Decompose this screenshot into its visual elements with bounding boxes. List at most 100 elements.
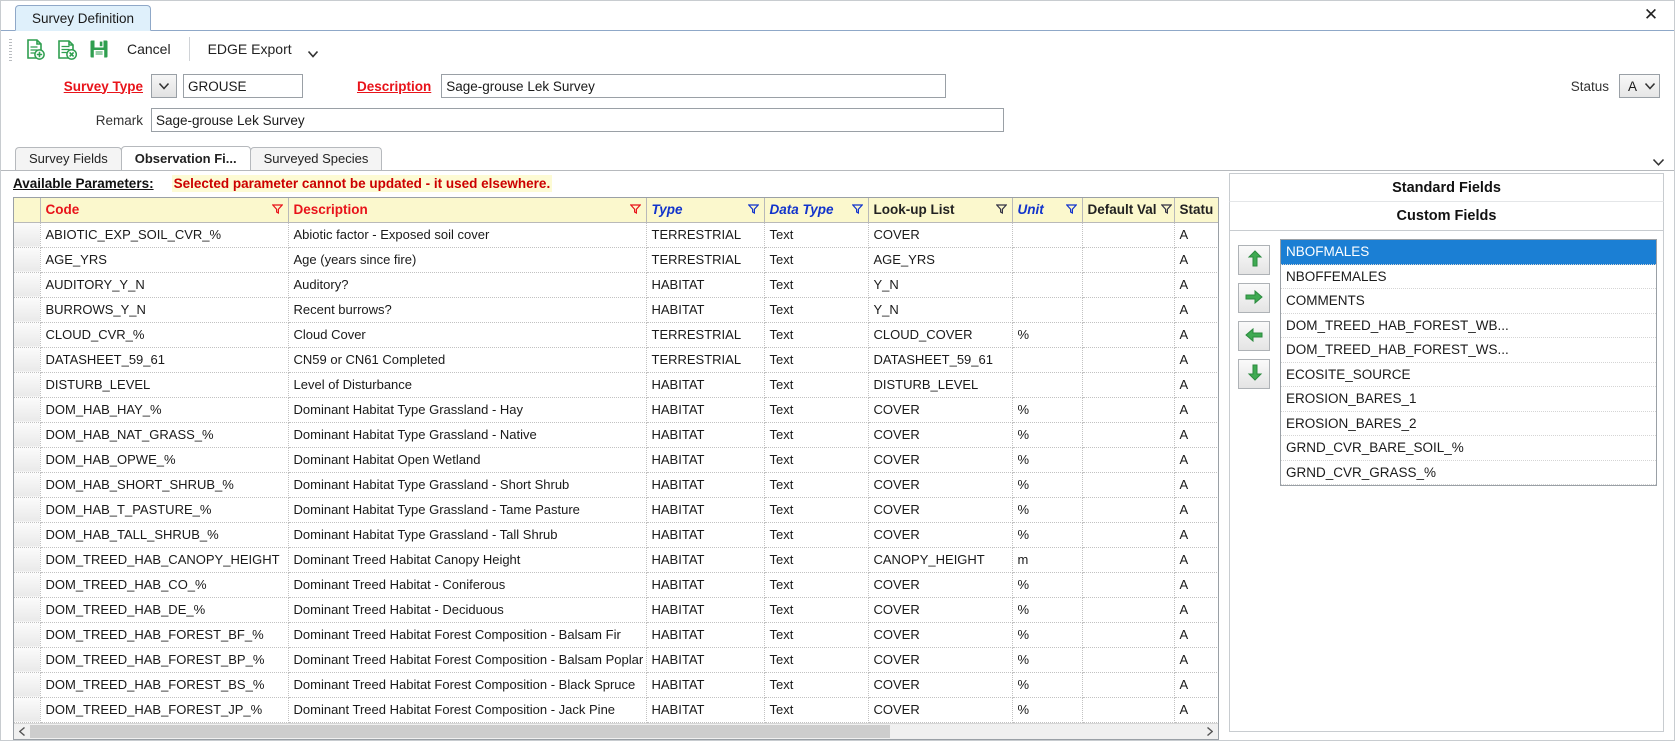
- cell-lookup[interactable]: CLOUD_COVER: [868, 322, 1013, 348]
- list-item[interactable]: NBOFFEMALES: [1281, 265, 1656, 289]
- cell-defval[interactable]: [1082, 222, 1175, 248]
- cell-code[interactable]: DISTURB_LEVEL: [40, 372, 289, 398]
- cell-lookup[interactable]: COVER: [868, 397, 1013, 423]
- row-selector-cell[interactable]: [14, 347, 41, 373]
- cell-dtype[interactable]: Text: [764, 347, 869, 373]
- cell-lookup[interactable]: COVER: [868, 222, 1013, 248]
- table-row[interactable]: AGE_YRS Age (years since fire) TERRESTRIAL…: [14, 247, 1218, 273]
- filter-icon[interactable]: [1159, 202, 1173, 217]
- cell-desc[interactable]: Dominant Habitat Type Grassland - Tame P…: [288, 497, 647, 523]
- cell-unit[interactable]: %: [1012, 397, 1083, 423]
- custom-fields-listbox[interactable]: NBOFMALES NBOFFEMALES COMMENTS DOM_TREED_HA…: [1280, 239, 1657, 486]
- cell-defval[interactable]: [1082, 347, 1175, 373]
- cell-type[interactable]: HABITAT: [646, 572, 765, 598]
- save-icon[interactable]: [83, 34, 115, 64]
- table-row[interactable]: DATASHEET_59_61 CN59 or CN61 Completed TER…: [14, 347, 1218, 373]
- cell-dtype[interactable]: Text: [764, 472, 869, 498]
- cell-status[interactable]: A: [1174, 647, 1218, 673]
- cell-unit[interactable]: [1012, 372, 1083, 398]
- cell-type[interactable]: HABITAT: [646, 672, 765, 698]
- cell-lookup[interactable]: COVER: [868, 647, 1013, 673]
- cell-dtype[interactable]: Text: [764, 597, 869, 623]
- close-icon[interactable]: ✕: [1640, 5, 1662, 27]
- cell-code[interactable]: CLOUD_CVR_%: [40, 322, 289, 348]
- move-down-button[interactable]: [1238, 359, 1270, 389]
- cell-dtype[interactable]: Text: [764, 322, 869, 348]
- cell-dtype[interactable]: Text: [764, 397, 869, 423]
- survey-type-input[interactable]: [183, 74, 303, 98]
- cell-lookup[interactable]: COVER: [868, 597, 1013, 623]
- cell-status[interactable]: A: [1174, 622, 1218, 648]
- cell-type[interactable]: HABITAT: [646, 622, 765, 648]
- row-selector-cell[interactable]: [14, 572, 41, 598]
- list-item[interactable]: COMMENTS: [1281, 289, 1656, 314]
- cell-status[interactable]: A: [1174, 472, 1218, 498]
- row-selector-cell[interactable]: [14, 697, 41, 723]
- cell-defval[interactable]: [1082, 647, 1175, 673]
- cell-desc[interactable]: Dominant Treed Habitat - Deciduous: [288, 597, 647, 623]
- cell-code[interactable]: DOM_HAB_NAT_GRASS_%: [40, 422, 289, 448]
- filter-icon[interactable]: [1064, 202, 1078, 217]
- cell-desc[interactable]: Dominant Treed Habitat Forest Compositio…: [288, 672, 647, 698]
- cell-type[interactable]: HABITAT: [646, 597, 765, 623]
- tab-surveyed-species[interactable]: Surveyed Species: [249, 147, 383, 170]
- cell-type[interactable]: TERRESTRIAL: [646, 347, 765, 373]
- cell-defval[interactable]: [1082, 422, 1175, 448]
- survey-type-dropdown-button[interactable]: [151, 74, 177, 98]
- cell-unit[interactable]: [1012, 222, 1083, 248]
- cell-lookup[interactable]: COVER: [868, 572, 1013, 598]
- window-tab-survey-definition[interactable]: Survey Definition: [15, 5, 152, 31]
- edge-export-button[interactable]: EDGE Export: [196, 34, 304, 64]
- row-selector-cell[interactable]: [14, 522, 41, 548]
- cell-unit[interactable]: [1012, 347, 1083, 373]
- grid-header-dtype[interactable]: Data Type: [764, 198, 869, 223]
- cell-dtype[interactable]: Text: [764, 547, 869, 573]
- filter-icon[interactable]: [746, 202, 760, 217]
- cell-lookup[interactable]: COVER: [868, 522, 1013, 548]
- grid-hscroll-track[interactable]: [30, 724, 1202, 739]
- table-row[interactable]: DOM_TREED_HAB_CANOPY_HEIGHT Dominant Tree…: [14, 547, 1218, 573]
- table-row[interactable]: DOM_TREED_HAB_FOREST_BS_% Dominant Treed …: [14, 672, 1218, 698]
- cell-code[interactable]: AGE_YRS: [40, 247, 289, 273]
- cell-status[interactable]: A: [1174, 697, 1218, 723]
- table-row[interactable]: DOM_TREED_HAB_DE_% Dominant Treed Habitat…: [14, 597, 1218, 623]
- cell-code[interactable]: DATASHEET_59_61: [40, 347, 289, 373]
- cell-unit[interactable]: %: [1012, 422, 1083, 448]
- new-record-icon[interactable]: [19, 34, 51, 64]
- cell-lookup[interactable]: Y_N: [868, 272, 1013, 298]
- row-selector-cell[interactable]: [14, 272, 41, 298]
- cell-dtype[interactable]: Text: [764, 522, 869, 548]
- cell-defval[interactable]: [1082, 497, 1175, 523]
- cell-lookup[interactable]: AGE_YRS: [868, 247, 1013, 273]
- grid-header-lookup[interactable]: Look-up List: [868, 198, 1013, 223]
- cell-status[interactable]: A: [1174, 597, 1218, 623]
- delete-record-icon[interactable]: [51, 34, 83, 64]
- cell-desc[interactable]: Dominant Habitat Open Wetland: [288, 447, 647, 473]
- list-item[interactable]: GRND_CVR_BARE_SOIL_%: [1281, 436, 1656, 461]
- list-item[interactable]: NBOFMALES: [1281, 240, 1656, 265]
- cell-unit[interactable]: %: [1012, 497, 1083, 523]
- cell-code[interactable]: DOM_HAB_SHORT_SHRUB_%: [40, 472, 289, 498]
- cell-type[interactable]: HABITAT: [646, 397, 765, 423]
- filter-icon[interactable]: [1216, 202, 1218, 217]
- cell-type[interactable]: HABITAT: [646, 472, 765, 498]
- cell-lookup[interactable]: COVER: [868, 422, 1013, 448]
- row-selector-cell[interactable]: [14, 472, 41, 498]
- cell-status[interactable]: A: [1174, 272, 1218, 298]
- cell-type[interactable]: HABITAT: [646, 547, 765, 573]
- list-item[interactable]: DOM_TREED_HAB_FOREST_WB...: [1281, 314, 1656, 338]
- table-row[interactable]: DOM_HAB_T_PASTURE_% Dominant Habitat Type…: [14, 497, 1218, 523]
- cell-status[interactable]: A: [1174, 422, 1218, 448]
- cell-defval[interactable]: [1082, 297, 1175, 323]
- grid-header-defval[interactable]: Default Val: [1082, 198, 1175, 223]
- cell-status[interactable]: A: [1174, 547, 1218, 573]
- cell-code[interactable]: DOM_HAB_OPWE_%: [40, 447, 289, 473]
- cell-defval[interactable]: [1082, 622, 1175, 648]
- cell-desc[interactable]: Abiotic factor - Exposed soil cover: [288, 222, 647, 248]
- grid-header-desc[interactable]: Description: [288, 198, 647, 223]
- cell-type[interactable]: HABITAT: [646, 447, 765, 473]
- filter-icon[interactable]: [850, 202, 864, 217]
- cell-type[interactable]: HABITAT: [646, 697, 765, 723]
- cell-type[interactable]: HABITAT: [646, 522, 765, 548]
- cell-type[interactable]: TERRESTRIAL: [646, 247, 765, 273]
